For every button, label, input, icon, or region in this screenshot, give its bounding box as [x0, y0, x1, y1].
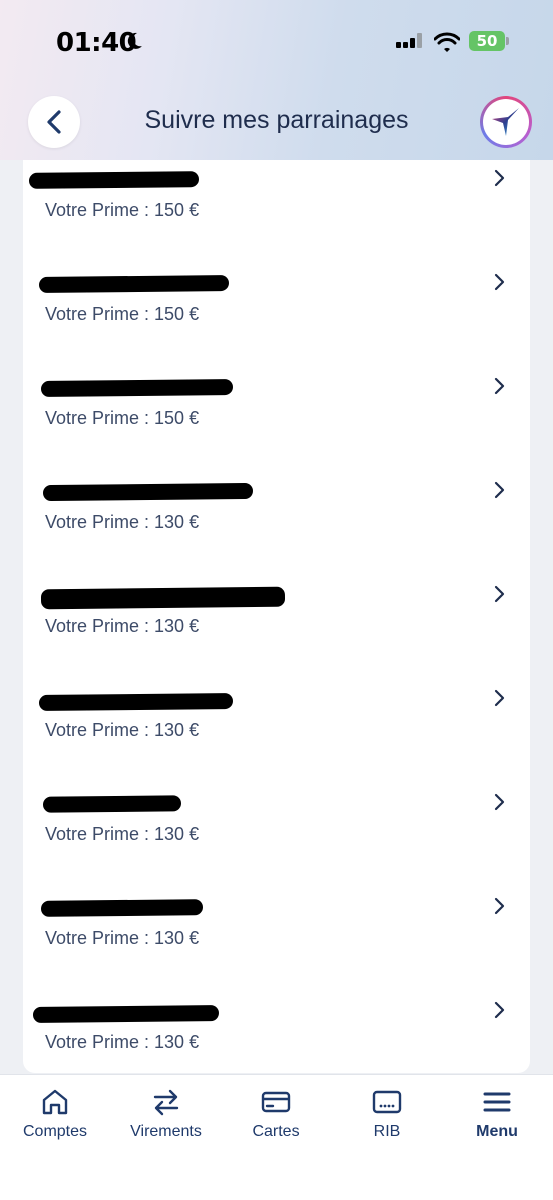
cellular-signal-icon — [396, 33, 422, 48]
tab-label: Virements — [130, 1123, 202, 1140]
wifi-icon — [434, 32, 460, 52]
referral-prime: Votre Prime : 130 € — [45, 720, 200, 740]
referral-prime: Votre Prime : 150 € — [45, 304, 200, 324]
chevron-right-icon — [494, 585, 505, 603]
assistant-button[interactable] — [480, 96, 532, 148]
referral-item[interactable]: Votre Prime : 130 € — [23, 680, 530, 784]
chevron-right-icon — [494, 169, 505, 187]
referral-item[interactable]: Votre Prime : 130 € — [23, 472, 530, 576]
chevron-right-icon — [494, 689, 505, 707]
redacted-name — [38, 275, 230, 293]
tab-rib[interactable]: RIB — [332, 1075, 442, 1165]
referral-prime: Votre Prime : 150 € — [45, 200, 200, 220]
referral-prime: Votre Prime : 150 € — [45, 408, 200, 428]
referral-prime: Votre Prime : 130 € — [45, 824, 200, 844]
sparkle-star-icon — [492, 108, 519, 136]
referral-item[interactable]: Votre Prime : 130 € — [23, 576, 530, 680]
redacted-name — [42, 795, 182, 813]
referral-prime: Votre Prime : 130 € — [45, 1032, 200, 1052]
tab-label: Cartes — [252, 1123, 300, 1140]
redacted-name — [28, 171, 200, 189]
status-bar: 01:40 50 — [0, 0, 553, 80]
referral-prime: Votre Prime : 130 € — [45, 616, 200, 636]
chevron-right-icon — [494, 1001, 505, 1019]
tab-comptes[interactable]: Comptes — [0, 1075, 110, 1165]
chevron-right-icon — [494, 793, 505, 811]
referral-item[interactable]: Votre Prime : 130 € — [23, 888, 530, 992]
home-icon — [42, 1089, 68, 1115]
battery-level: 50 — [476, 32, 498, 50]
redacted-name — [40, 899, 204, 917]
tab-label: Comptes — [22, 1123, 88, 1140]
referral-item[interactable]: Votre Prime : 150 € — [23, 160, 530, 264]
referral-item[interactable]: Votre Prime : 150 € — [23, 264, 530, 368]
referral-prime: Votre Prime : 130 € — [45, 928, 200, 948]
redacted-name — [40, 378, 234, 398]
tab-virements[interactable]: Virements — [111, 1075, 221, 1165]
referral-item[interactable]: Votre Prime : 130 € — [23, 992, 530, 1073]
rib-icon — [372, 1090, 402, 1114]
redacted-name — [40, 586, 286, 610]
chevron-right-icon — [494, 273, 505, 291]
redacted-name — [32, 1005, 220, 1023]
tab-label: Menu — [476, 1123, 518, 1140]
referral-item[interactable]: Votre Prime : 150 € — [23, 368, 530, 472]
chevron-right-icon — [494, 377, 505, 395]
chevron-right-icon — [494, 481, 505, 499]
tab-label: RIB — [373, 1123, 401, 1140]
referral-item[interactable]: Votre Prime : 130 € — [23, 784, 530, 888]
transfer-arrows-icon — [153, 1089, 179, 1116]
card-icon — [261, 1091, 291, 1113]
tab-menu[interactable]: Menu — [442, 1075, 552, 1165]
bottom-tab-bar: Comptes Virements Cartes RIB Menu — [0, 1074, 553, 1200]
battery-indicator: 50 — [469, 31, 509, 51]
page-title: Suivre mes parrainages — [144, 106, 409, 134]
chevron-right-icon — [494, 897, 505, 915]
referral-prime: Votre Prime : 130 € — [45, 512, 200, 532]
menu-icon — [483, 1092, 511, 1112]
redacted-name — [38, 692, 234, 712]
referrals-list: Votre Prime : 150 € Votre Prime : 150 € … — [23, 160, 530, 1073]
redacted-name — [42, 482, 254, 502]
moon-icon — [127, 32, 142, 49]
tab-cartes[interactable]: Cartes — [221, 1075, 331, 1165]
